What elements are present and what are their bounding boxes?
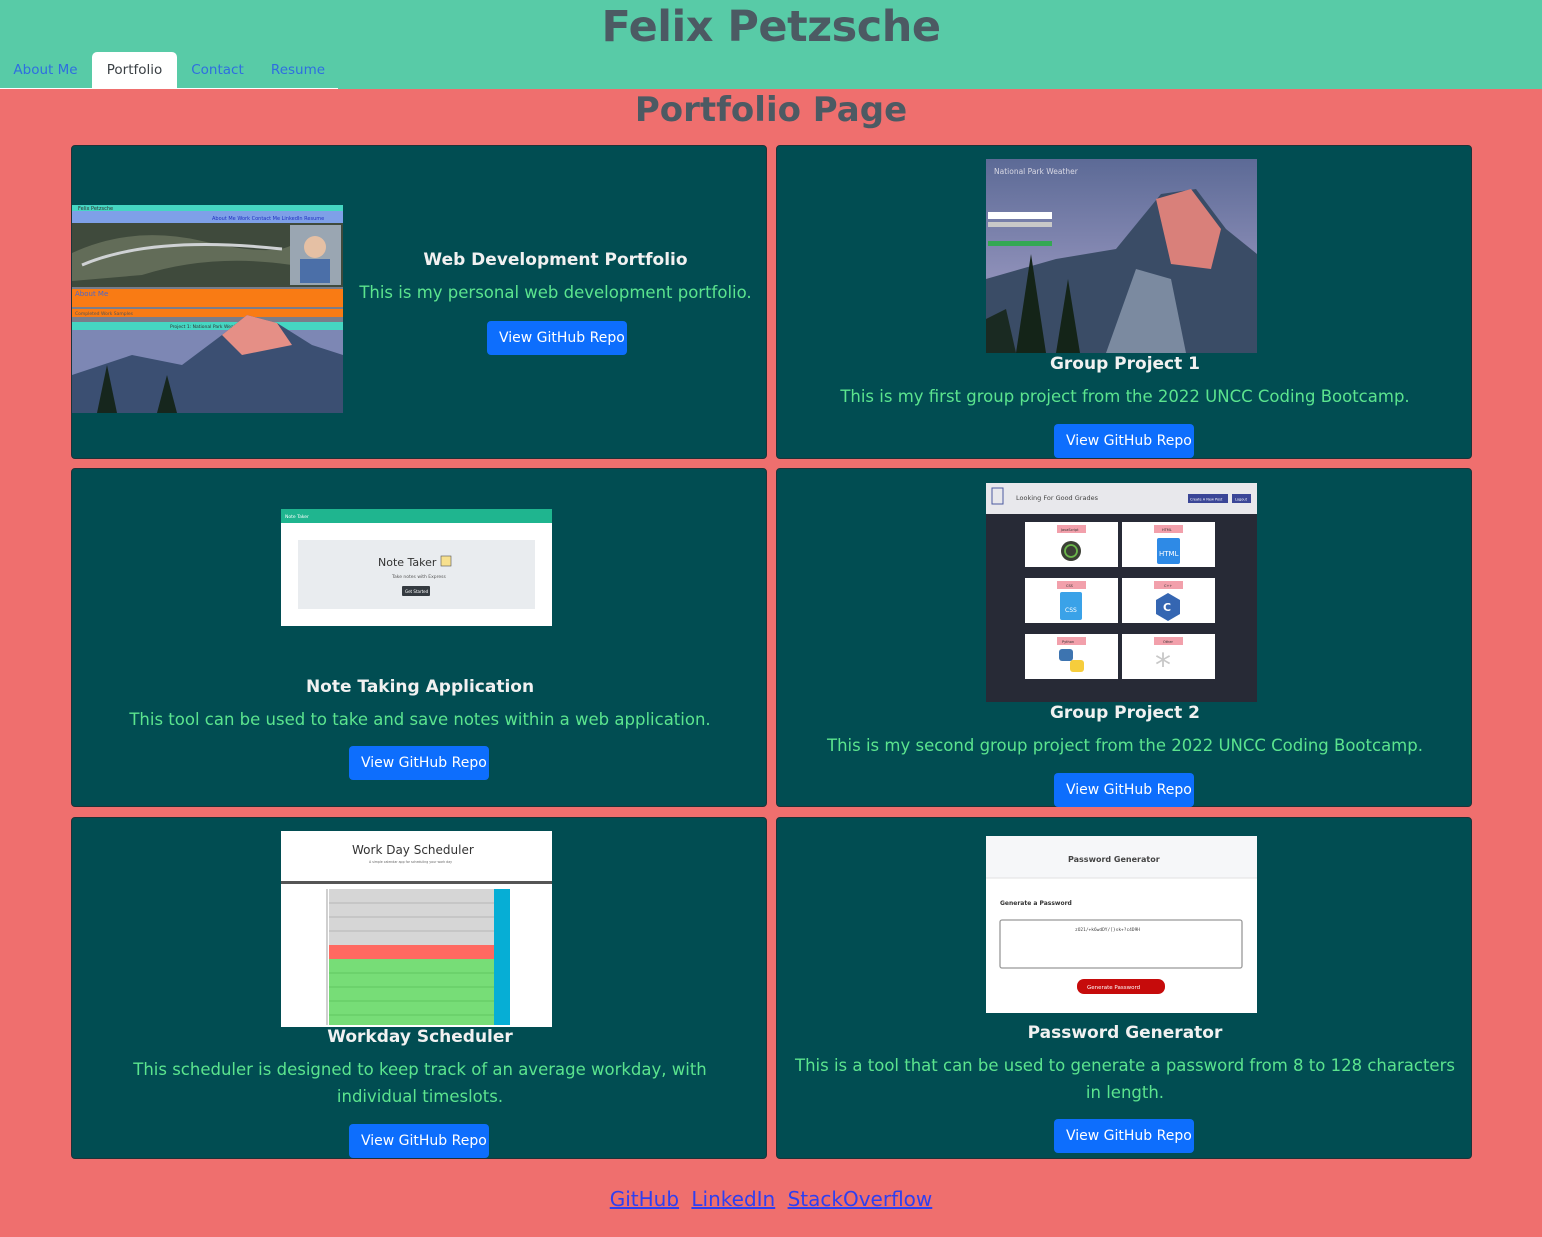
card-text: This is my second group project from the… [827, 736, 1423, 755]
svg-text:A simple calendar app for sche: A simple calendar app for scheduling you… [369, 860, 452, 864]
project-screenshot: Password Generator Generate a Password z… [986, 836, 1257, 1013]
linkedin-link[interactable]: LinkedIn [691, 1187, 775, 1211]
svg-text:*: * [1155, 646, 1171, 684]
view-github-repo-button[interactable]: View GitHub Repo [1054, 1119, 1194, 1153]
svg-text:Note Taker: Note Taker [378, 556, 437, 569]
view-github-repo-button[interactable]: View GitHub Repo [487, 321, 627, 355]
stackoverflow-link[interactable]: StackOverflow [788, 1187, 933, 1211]
project-screenshot: Looking For Good Grades Create A New Pos… [986, 483, 1257, 702]
view-github-repo-button[interactable]: View GitHub Repo [1054, 424, 1194, 458]
view-github-repo-button[interactable]: View GitHub Repo [1054, 773, 1194, 807]
project-screenshot: Note Taker Note Taker Take notes with Ex… [281, 509, 552, 626]
tab-resume[interactable]: Resume [258, 52, 338, 89]
card-text: This tool can be used to take and save n… [129, 710, 711, 729]
page-title: Portfolio Page [634, 90, 908, 130]
svg-text:Create A New Post: Create A New Post [1190, 498, 1223, 502]
card-title: Web Development Portfolio [423, 250, 688, 270]
svg-text:Completed Work Samples: Completed Work Samples [75, 311, 134, 317]
view-github-repo-button[interactable]: View GitHub Repo [349, 746, 489, 780]
svg-text:Python: Python [1062, 640, 1074, 644]
svg-text:About Me Work Contact Me Li: About Me Work Contact Me LinkedIn Resume [212, 216, 324, 222]
svg-text:Generate a Password: Generate a Password [1000, 900, 1072, 907]
project-card-web-portfolio: Felix Petzsche About Me Work Contact Me … [71, 145, 767, 459]
card-title: Workday Scheduler [327, 1027, 513, 1047]
github-link[interactable]: GitHub [610, 1187, 679, 1211]
svg-text:zO21/+k6wdDY/[}sk+?c4D9H: zO21/+k6wdDY/[}sk+?c4D9H [1075, 927, 1140, 933]
svg-text:Logout: Logout [1235, 498, 1248, 502]
svg-text:CSS: CSS [1065, 607, 1077, 614]
project-card-password-generator: Password Generator Generate a Password z… [776, 817, 1472, 1159]
svg-text:HTML: HTML [1162, 528, 1172, 532]
nav-tabs: About Me Portfolio Contact Resume [0, 52, 338, 89]
svg-text:National Park Weather: National Park Weather [994, 167, 1079, 176]
project-screenshot: National Park Weather [986, 159, 1257, 353]
footer: GitHub LinkedIn StackOverflow [0, 1187, 1542, 1211]
card-title: Note Taking Application [305, 677, 535, 697]
svg-text:About Me: About Me [75, 290, 108, 298]
svg-text:Work Day Scheduler: Work Day Scheduler [352, 843, 474, 857]
project-screenshot: Felix Petzsche About Me Work Contact Me … [72, 205, 343, 413]
svg-text:CSS: CSS [1066, 584, 1074, 588]
svg-text:Other: Other [1163, 640, 1173, 644]
svg-text:C++: C++ [1164, 584, 1172, 588]
svg-text:Get Started: Get Started [405, 589, 429, 594]
svg-text:HTML: HTML [1159, 550, 1179, 558]
card-text: This scheduler is designed to keep track… [133, 1060, 707, 1106]
svg-text:Take notes with Express: Take notes with Express [391, 574, 447, 580]
project-card-workday-scheduler: Work Day Scheduler A simple calendar app… [71, 817, 767, 1159]
card-title: Group Project 2 [1049, 703, 1201, 723]
site-title: Felix Petzsche [601, 2, 941, 52]
view-github-repo-button[interactable]: View GitHub Repo [349, 1124, 489, 1158]
card-title: Password Generator [1027, 1023, 1223, 1043]
svg-text:C: C [1163, 601, 1171, 614]
project-screenshot: Work Day Scheduler A simple calendar app… [281, 831, 552, 1027]
project-card-group-project-1: National Park Weather Group Project 1 Th… [776, 145, 1472, 459]
svg-text:Generate Password: Generate Password [1087, 985, 1140, 991]
svg-text:Note Taker: Note Taker [285, 514, 309, 520]
svg-text:Password Generator: Password Generator [1068, 855, 1160, 864]
project-card-note-taker: Note Taker Note Taker Take notes with Ex… [71, 468, 767, 807]
card-title: Group Project 1 [1049, 354, 1201, 374]
tab-about-me[interactable]: About Me [0, 52, 91, 89]
card-text: This is my personal web development port… [359, 283, 752, 302]
tab-portfolio[interactable]: Portfolio [92, 52, 177, 89]
svg-text:Looking For Good Grades: Looking For Good Grades [1016, 494, 1099, 502]
card-text: This is my first group project from the … [840, 387, 1410, 406]
svg-text:JavaScript: JavaScript [1060, 528, 1079, 532]
project-card-group-project-2: Looking For Good Grades Create A New Pos… [776, 468, 1472, 807]
site-header: Felix Petzsche About Me Portfolio Contac… [0, 0, 1542, 89]
tab-contact[interactable]: Contact [177, 52, 258, 89]
card-text: This is a tool that can be used to gener… [795, 1056, 1455, 1102]
